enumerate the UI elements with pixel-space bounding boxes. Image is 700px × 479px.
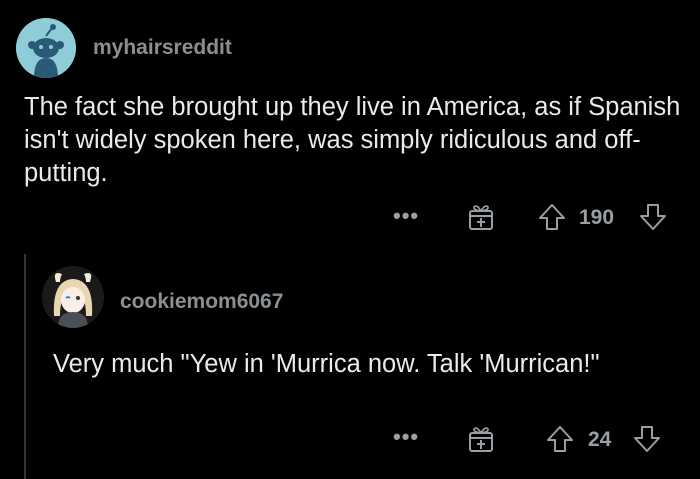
downvote-arrow-icon[interactable] [633, 425, 661, 453]
thread-line[interactable] [24, 254, 26, 479]
comment-thread: myhairsreddit The fact she brought up th… [0, 0, 700, 479]
reply-username[interactable]: cookiemom6067 [120, 290, 283, 314]
comment-text: The fact she brought up they live in Ame… [24, 93, 681, 187]
user-avatar[interactable] [16, 18, 76, 78]
more-options-icon[interactable]: ••• [393, 203, 419, 229]
downvote-arrow-icon[interactable] [639, 203, 667, 231]
reply-text: Very much "Yew in 'Murrica now. Talk 'Mu… [53, 350, 600, 378]
vote-count: 190 [579, 206, 615, 229]
more-options-icon[interactable]: ••• [393, 424, 419, 450]
vote-count: 24 [588, 428, 612, 451]
comment-username[interactable]: myhairsreddit [93, 36, 232, 60]
reply-avatar[interactable] [42, 266, 104, 328]
award-gift-icon[interactable] [468, 425, 494, 453]
award-gift-icon[interactable] [468, 203, 494, 231]
anime-character-avatar-icon [42, 266, 104, 328]
upvote-arrow-icon[interactable] [538, 203, 566, 231]
reddit-snoo-avatar-icon [16, 18, 76, 78]
upvote-arrow-icon[interactable] [546, 425, 574, 453]
